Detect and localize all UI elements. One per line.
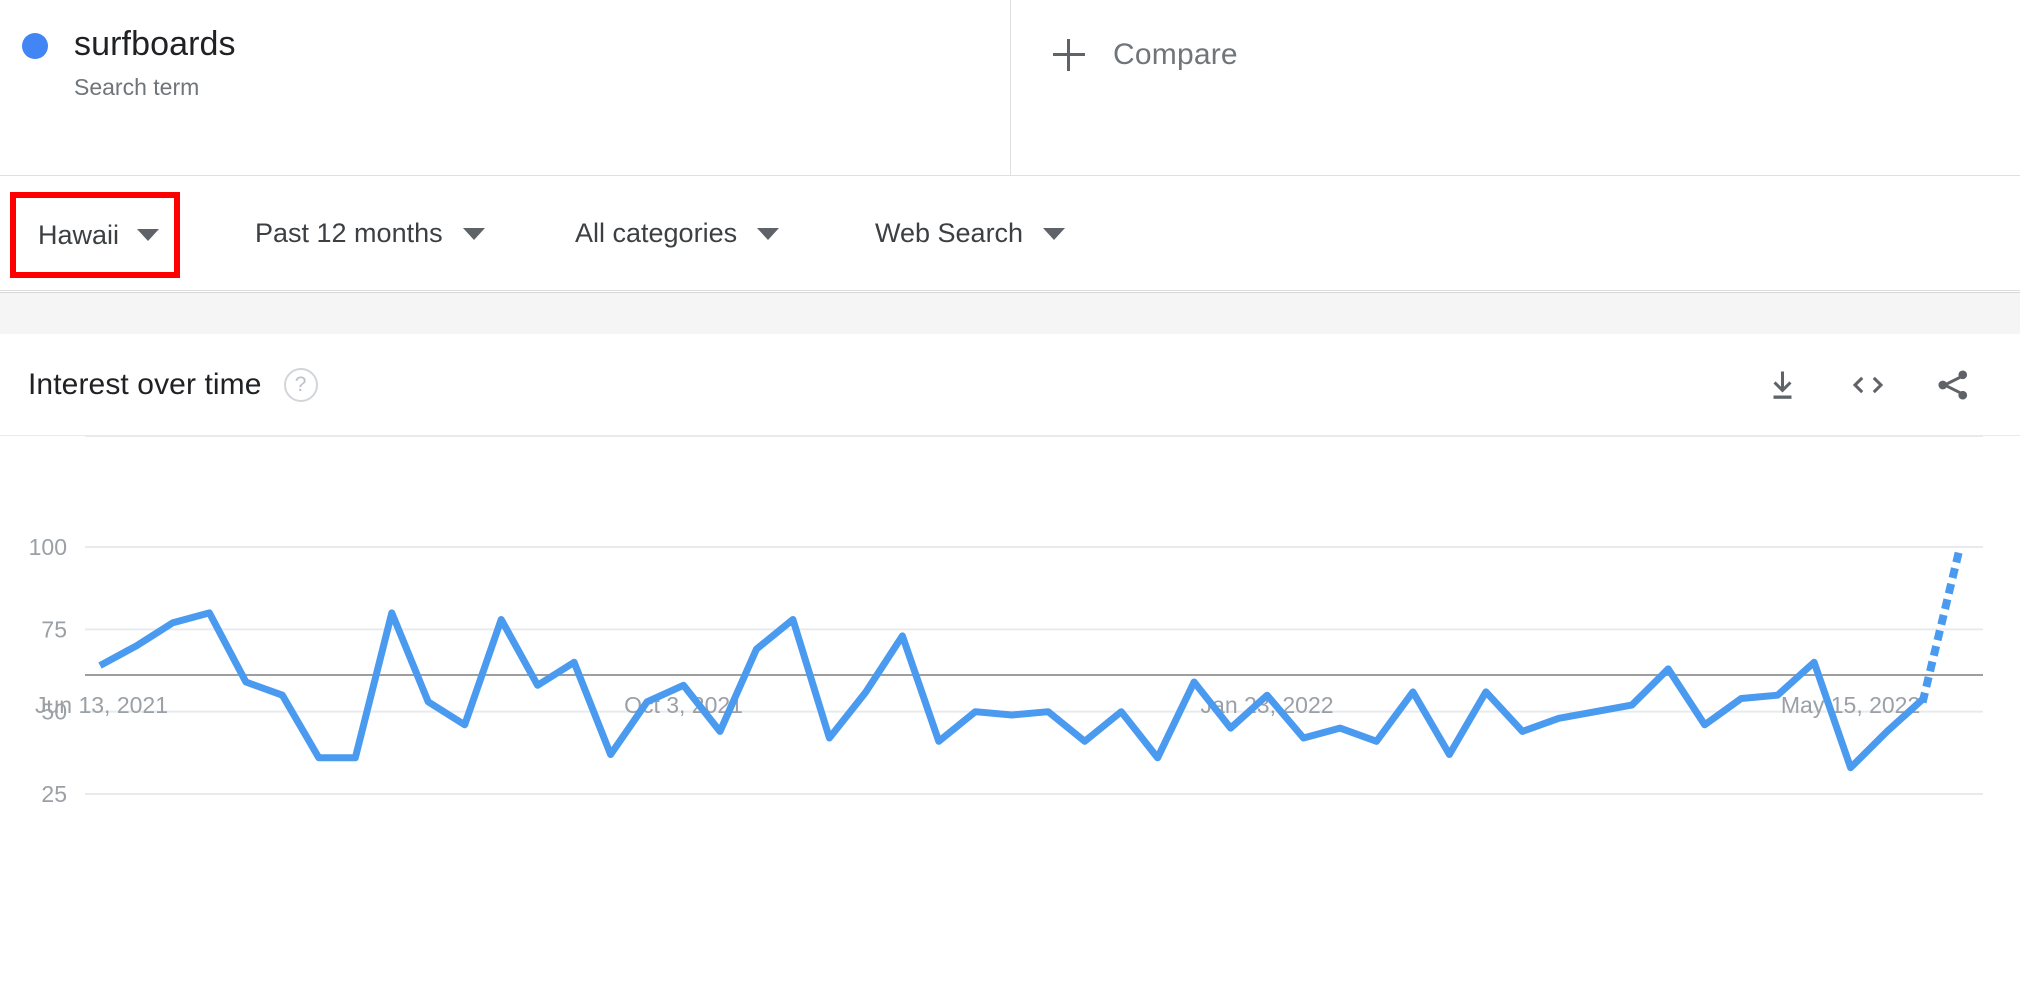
interest-over-time-header: Interest over time ? [0, 334, 2020, 436]
compare-label: Compare [1113, 38, 1238, 71]
filter-category-label: All categories [575, 218, 738, 248]
plus-icon [1053, 39, 1085, 71]
chevron-down-icon [137, 229, 160, 241]
filter-search-type-dropdown[interactable]: Web Search [875, 204, 1066, 264]
interest-over-time-chart: 25 50 75 100 Jun 13, 2021 Oct 3, 2021 Jan 23, … [0, 436, 2020, 996]
search-term-subtitle: Search term [74, 74, 200, 100]
chevron-down-icon [757, 227, 780, 240]
y-axis-tick-label: 100 [29, 534, 67, 560]
search-term-title: surfboards [74, 25, 236, 63]
chevron-down-icon [462, 227, 485, 240]
chevron-down-icon [1043, 227, 1066, 240]
trends-line-chart[interactable]: 255075100Jun 13, 2021 Oct 3, 2021 Jan 23, … [0, 436, 2020, 996]
filter-location-label: Hawaii [38, 219, 120, 250]
search-term-bar: surfboards Search term Compare [0, 0, 2020, 176]
add-comparison-button[interactable]: Compare [1053, 38, 1238, 72]
y-axis-tick-label: 25 [41, 781, 67, 807]
card-title: Interest over time [28, 367, 262, 401]
search-term-card[interactable]: surfboards Search term [0, 0, 1011, 176]
geo-filter-highlight-box: Hawaii [10, 192, 180, 278]
x-axis-tick-label: Jun 13, 2021 [35, 692, 168, 718]
card-action-icons [1766, 367, 1992, 403]
section-spacer [0, 292, 2020, 334]
embed-icon[interactable] [1848, 367, 1888, 403]
y-axis-tick-label: 75 [41, 616, 67, 642]
filter-location-dropdown[interactable]: Hawaii [38, 205, 160, 265]
filter-bar: Hawaii Past 12 months All categories Web… [0, 177, 2020, 291]
help-circle-icon[interactable]: ? [283, 367, 318, 402]
google-trends-page: surfboards Search term Compare Hawaii Pa… [0, 0, 2020, 996]
download-icon[interactable] [1766, 367, 1802, 403]
filter-search-type-label: Web Search [875, 218, 1024, 248]
filter-time-dropdown[interactable]: Past 12 months [255, 204, 485, 264]
x-axis-tick-label: May 15, 2022 [1781, 692, 1920, 718]
term-color-dot [22, 33, 48, 59]
trend-line [98, 609, 1926, 772]
filter-time-label: Past 12 months [255, 218, 443, 248]
compare-cell: Compare [1011, 0, 2020, 176]
share-icon[interactable] [1934, 367, 1972, 403]
filter-category-dropdown[interactable]: All categories [575, 204, 780, 264]
